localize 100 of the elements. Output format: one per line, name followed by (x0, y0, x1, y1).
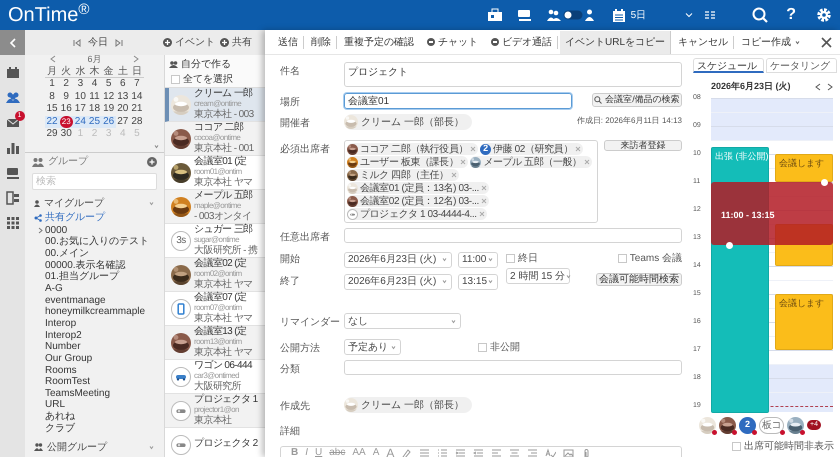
coffee-icon[interactable] (516, 8, 533, 22)
calendar-day[interactable]: 14 (131, 90, 142, 103)
toolbar-button[interactable]: 送信 (273, 36, 304, 48)
next-icon[interactable] (827, 83, 833, 91)
calendar-day[interactable]: 25 (88, 116, 100, 128)
mail-icon[interactable] (6, 116, 20, 130)
search-field[interactable]: 検索 (32, 172, 157, 190)
calendar-day[interactable]: 7 (134, 78, 140, 90)
group-item[interactable]: TeamsMeeting (45, 388, 110, 399)
group-item[interactable]: A-G (45, 283, 63, 294)
reminder-select[interactable]: なし (344, 313, 461, 329)
indent-icon[interactable] (455, 448, 466, 457)
toolbar-button[interactable]: コピー作成 (736, 36, 808, 48)
list-item[interactable]: 会議室13 (定 room13@ontim 東京本社 ヤマ (165, 326, 265, 360)
room-icon[interactable] (486, 8, 503, 22)
time-select[interactable]: 11:00 (458, 252, 498, 268)
tab[interactable]: ケータリング (766, 58, 837, 73)
availability-button[interactable]: 会議可能時間検索 (596, 273, 682, 286)
building-icon[interactable] (6, 191, 20, 205)
add-icon[interactable] (147, 156, 157, 166)
calendar-day[interactable]: 18 (88, 103, 100, 116)
person-icon[interactable] (584, 9, 594, 21)
list-item[interactable]: 会議室02 (定 room02@ontim 東京本社 ヤマ (165, 258, 265, 292)
toolbar-button[interactable]: イベントURLをコピー (560, 30, 672, 54)
group-item[interactable]: Interop (45, 318, 76, 329)
list-item[interactable]: ワゴン 06-444 car3@ontimed 大阪研究所 (165, 360, 265, 394)
list-item[interactable]: ココア 二郎 cocoa@ontime 東京本社 - 001 (165, 122, 265, 156)
align-center-icon[interactable] (509, 448, 520, 457)
align-right-icon[interactable] (527, 448, 538, 457)
calendar-day[interactable]: 2 (63, 78, 69, 90)
days-button[interactable]: 5日 (630, 8, 646, 22)
calendar-day[interactable]: 20 (117, 103, 128, 116)
calendar-icon[interactable] (6, 66, 20, 80)
group-item[interactable]: RoomTest (45, 376, 90, 388)
group-item[interactable]: Interop2 (45, 330, 82, 341)
previous-icon[interactable] (815, 83, 821, 91)
calendar-day[interactable]: 21 (131, 103, 142, 116)
chevron-down-icon[interactable] (450, 318, 457, 324)
group-item[interactable]: 0000 (45, 224, 68, 236)
chart-icon[interactable] (6, 141, 20, 155)
coffee-icon[interactable] (6, 166, 20, 180)
calendar-day[interactable]: 29 (46, 128, 58, 140)
align-left-icon[interactable] (491, 448, 502, 457)
chevron-down-icon[interactable] (153, 142, 160, 150)
calendar-day[interactable]: 12 (103, 90, 114, 103)
group-item[interactable]: Our Group (45, 352, 92, 364)
toggle-switch[interactable] (562, 10, 583, 20)
chevron-down-icon[interactable] (487, 278, 494, 285)
room-search-button[interactable]: 会議室/備品の検索 (592, 93, 682, 107)
checkbox[interactable] (618, 254, 627, 262)
calendar-day[interactable]: 30 (60, 128, 72, 140)
toolbar-button[interactable]: 削除 (306, 36, 337, 48)
group-item[interactable]: クラブ (45, 422, 75, 434)
list-icon[interactable] (419, 448, 430, 457)
next-month-icon[interactable] (132, 55, 139, 63)
calendar-day[interactable]: 23 (60, 116, 73, 128)
category-field[interactable] (344, 360, 682, 375)
remove-icon[interactable] (478, 211, 485, 217)
list-item[interactable]: クリーム 一郎 cream@ontime 東京本社 - 003 (165, 88, 265, 122)
add-icon[interactable] (163, 38, 172, 47)
location-field[interactable]: 会議室01 (344, 93, 572, 109)
chevron-down-icon[interactable] (441, 278, 448, 285)
calendar-day[interactable]: 13 (117, 90, 128, 103)
chevron-down-icon[interactable] (441, 256, 448, 263)
list-item[interactable]: プロジェクタ 1 projector1@on 東京本社 (165, 394, 265, 428)
today-button[interactable]: 今日 (88, 35, 108, 50)
calendar-day[interactable]: 11 (89, 90, 100, 103)
group-item[interactable]: 公開グループ (47, 440, 107, 454)
date-select[interactable]: 2026年6月23日 (火) (344, 274, 452, 290)
calendar-day[interactable]: 3 (78, 78, 84, 90)
image-icon[interactable] (563, 448, 574, 457)
list-item[interactable]: メープル 五郎 maple@ontime - 003オンタイ (165, 190, 265, 224)
list-item[interactable]: 3s シュガー 三郎 sugar@ontime 大阪研究所 - 携 (165, 224, 265, 258)
calendar-day[interactable]: 1 (49, 78, 55, 90)
group-item[interactable]: Rooms (45, 364, 77, 376)
list-item[interactable]: 会議室01 (定 room01@ontim 東京本社 ヤマ (165, 156, 265, 190)
calendar-day[interactable]: 10 (74, 90, 86, 103)
toolbar-button[interactable]: キャンセル (673, 36, 734, 48)
calendar-day[interactable]: 8 (49, 90, 55, 103)
optional-attendee-field[interactable] (344, 228, 682, 243)
checkbox[interactable] (506, 254, 515, 262)
list-item[interactable]: 会議室07 (定 room07@ontim 東京本社 ヤマ (165, 292, 265, 326)
add-icon[interactable] (220, 38, 229, 47)
group-item[interactable]: 00000.表示名確認 (45, 260, 126, 271)
calendar-day[interactable]: 26 (103, 116, 114, 128)
previous-month-icon[interactable] (50, 55, 56, 63)
remove-icon[interactable] (480, 198, 487, 204)
calendar-icon[interactable] (612, 8, 626, 22)
checkbox[interactable] (732, 442, 741, 450)
expand-icon[interactable] (38, 226, 43, 234)
calendar-day[interactable]: 16 (60, 103, 72, 116)
remove-icon[interactable] (470, 146, 476, 152)
outdent-icon[interactable] (473, 448, 484, 457)
spellcheck-icon[interactable] (545, 448, 556, 457)
group-item[interactable]: 共有グループ (45, 210, 105, 225)
settings-icon[interactable] (816, 7, 832, 23)
group-item[interactable]: honeymilkcreammaple (45, 306, 146, 318)
calendar-day[interactable]: 5 (106, 78, 112, 90)
date-select[interactable]: 2026年6月23日 (火) (344, 252, 452, 268)
create-button[interactable]: 自分で作る (181, 57, 231, 72)
